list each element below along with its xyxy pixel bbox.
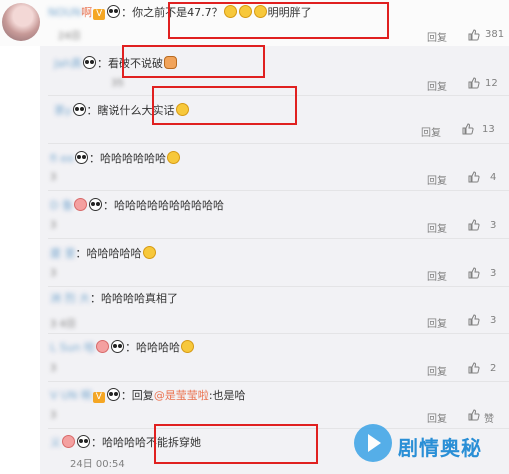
reply-text: ：哈哈哈哈哈 [75, 247, 142, 260]
reply-button[interactable]: 回复 [427, 220, 447, 235]
divider [48, 190, 509, 191]
mention-link[interactable]: @是莹莹啦 [154, 389, 209, 402]
reply-username[interactable]: V UN 啊 [50, 389, 92, 402]
reply-username[interactable]: 廈 里 [50, 247, 76, 260]
reply-text: ：哈哈哈哈真相了 [90, 292, 178, 305]
like-count: 4 [490, 172, 497, 183]
watermark-text: 剧情奥秘 [398, 436, 482, 460]
reply-username[interactable]: fi ee [50, 152, 74, 165]
reply-username[interactable]: 义 [50, 436, 61, 449]
thumbs-up-icon[interactable] [468, 314, 480, 326]
panda-emoji-icon [107, 5, 121, 18]
thumbs-up-icon[interactable] [468, 171, 480, 183]
reply-text: ：哈哈哈哈 [125, 341, 181, 354]
vip-badge-icon: V [92, 392, 105, 403]
reply-username[interactable]: 洲 烈 大 [50, 292, 90, 305]
divider [48, 381, 509, 382]
divider [48, 143, 509, 144]
divider [48, 238, 509, 239]
reply-time: 3 [50, 410, 57, 421]
main-comment-username[interactable]: NOUN [48, 6, 81, 19]
laugh-emoji-icon [166, 151, 180, 164]
like-count: 3 [490, 220, 497, 231]
reply-button[interactable]: 回复 [427, 315, 447, 330]
reply-time: 3 [50, 220, 57, 231]
panda-emoji-icon [77, 435, 90, 448]
highlight-box [122, 45, 265, 78]
reply-button[interactable]: 回复 [427, 363, 447, 378]
like-count: 381 [485, 29, 505, 40]
reply-text: ：哈哈哈哈哈哈 [88, 152, 166, 165]
reply-time: 35 [111, 78, 124, 89]
highlight-box [168, 2, 389, 39]
thumbs-up-icon[interactable] [468, 219, 480, 231]
panda-emoji-icon [111, 340, 125, 353]
main-comment-username-suffix[interactable]: 啊 [81, 6, 92, 19]
watermark: 剧情奥秘 [344, 418, 509, 474]
thumbs-up-icon[interactable] [468, 77, 480, 89]
reply-item: V UN 啊 V ：回复@是莹莹啦:也是哈 [50, 388, 246, 403]
reply-time: 3 [50, 268, 57, 279]
reply-item: L Sun 哈 ：哈哈哈哈 [50, 340, 195, 355]
vip-badge-icon: V [93, 9, 106, 20]
reply-username[interactable]: Jah真 [54, 57, 82, 70]
main-comment-time: 24日 [58, 31, 81, 42]
reply-button[interactable]: 回复 [427, 172, 447, 187]
highlight-box [152, 86, 297, 125]
smile-emoji-icon [142, 246, 156, 259]
reply-time: 3 4日 [50, 319, 76, 330]
play-logo-icon [354, 424, 392, 462]
panda-emoji-icon [74, 151, 88, 164]
thumbs-up-icon[interactable] [462, 123, 474, 135]
like-count: 13 [482, 124, 495, 135]
reply-item: D 鲁 ：哈哈哈哈哈哈哈哈哈哈 [50, 198, 224, 213]
like-count: 3 [490, 268, 497, 279]
reply-text: ：哈哈哈哈哈哈哈哈哈哈 [102, 199, 224, 212]
reply-time: 24日 00:54 [70, 459, 125, 470]
reply-text-prefix: ：回复 [120, 389, 154, 402]
panda-emoji-icon [72, 103, 86, 116]
reply-button[interactable]: 回复 [427, 29, 447, 44]
reply-time: 3 [50, 363, 57, 374]
reply-time: 3 [50, 172, 57, 183]
laugh-emoji-icon [181, 340, 195, 353]
divider [48, 333, 509, 334]
like-count: 12 [485, 78, 498, 89]
panda-emoji-icon [82, 56, 96, 69]
like-count: 2 [490, 363, 497, 374]
face-emoji-icon [62, 435, 75, 448]
reply-button[interactable]: 回复 [427, 268, 447, 283]
reply-username[interactable]: D 鲁 [50, 199, 73, 212]
panda-emoji-icon [88, 198, 102, 211]
reply-text-suffix: :也是哈 [208, 389, 246, 402]
thumbs-up-icon[interactable] [468, 362, 480, 374]
divider [48, 286, 509, 287]
face-emoji-icon [96, 340, 110, 353]
thumbs-up-icon[interactable] [468, 267, 480, 279]
reply-item: 洲 烈 大：哈哈哈哈真相了 [50, 292, 178, 306]
avatar[interactable] [2, 3, 40, 41]
reply-button[interactable]: 回复 [421, 124, 441, 139]
reply-button[interactable]: 回复 [427, 78, 447, 93]
reply-username[interactable]: L Sun 哈 [50, 341, 95, 354]
panda-emoji-icon [106, 388, 120, 401]
reply-username[interactable]: 茶y [54, 104, 72, 117]
reply-item: fi ee ：哈哈哈哈哈哈 [50, 151, 181, 166]
thumbs-up-icon[interactable] [468, 29, 480, 41]
face-emoji-icon [73, 198, 87, 211]
like-count: 3 [490, 315, 497, 326]
highlight-box [154, 424, 318, 464]
reply-item: 廈 里：哈哈哈哈哈 [50, 246, 157, 261]
